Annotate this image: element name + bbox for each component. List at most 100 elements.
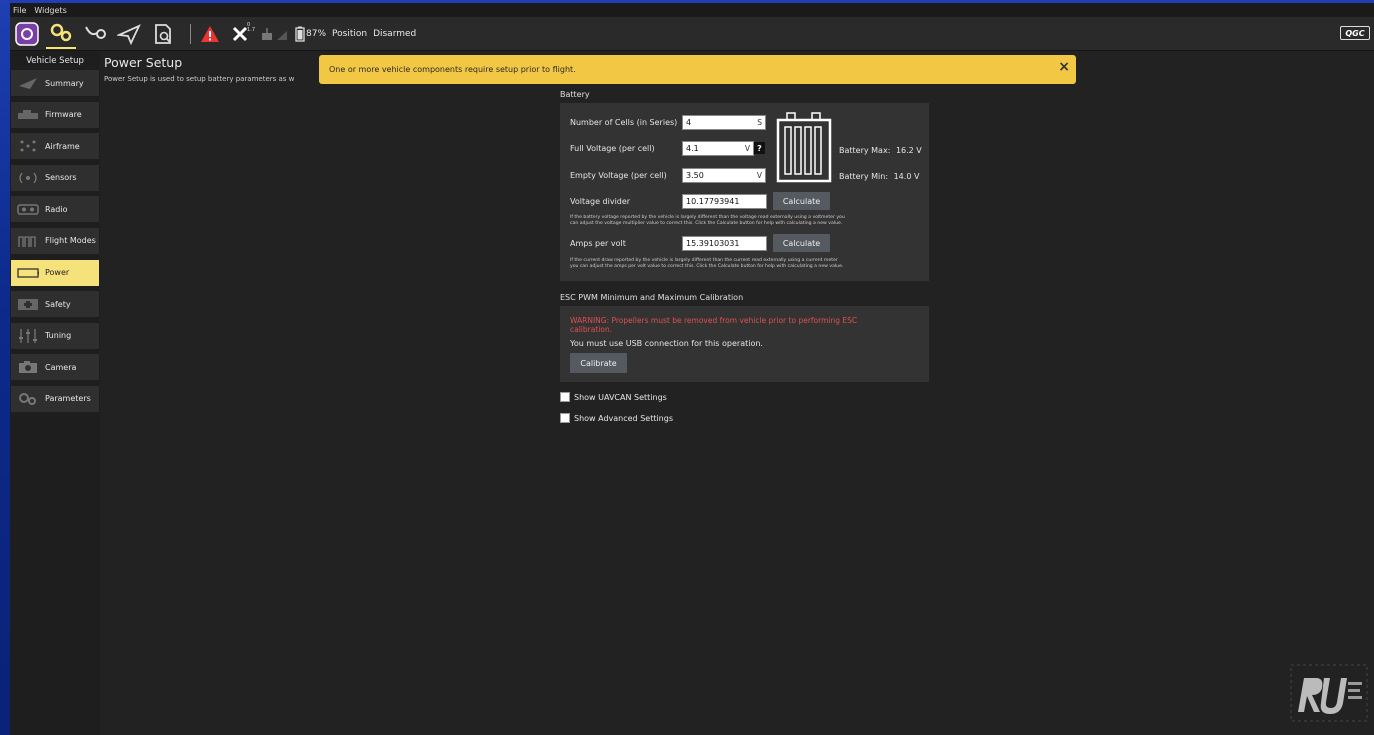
sidebar-item-label: Safety — [45, 299, 71, 309]
menu-file[interactable]: File — [13, 6, 26, 15]
rc-signal-icon — [262, 27, 287, 40]
sidebar-item-airframe[interactable]: Airframe — [11, 133, 99, 160]
sidebar-item-radio[interactable]: Radio — [11, 196, 99, 223]
battery-indicator[interactable]: 87% — [295, 19, 326, 49]
battery-max-value: 16.2 V — [895, 146, 922, 155]
amps-per-volt-help: If the current draw reported by the vehi… — [570, 258, 925, 270]
gears-icon — [17, 392, 39, 406]
empty-voltage-label: Empty Voltage (per cell) — [570, 171, 667, 180]
toolbar: 0 1.7 87% Position Disarmed QGC — [10, 17, 1374, 51]
radio-waves-icon — [17, 171, 39, 185]
battery-icon — [17, 266, 39, 280]
help-question-icon[interactable]: ? — [754, 142, 765, 154]
show-advanced-row[interactable]: Show Advanced Settings — [560, 413, 673, 423]
camera-icon — [17, 360, 39, 374]
esc-section-label: ESC PWM Minimum and Maximum Calibration — [560, 293, 744, 302]
cells-value: 4 — [686, 118, 692, 127]
fly-view-button[interactable] — [114, 19, 144, 49]
watermark-logo-icon — [1290, 664, 1368, 722]
sidebar-item-label: Summary — [45, 78, 84, 88]
analyze-view-button[interactable] — [148, 19, 178, 49]
sliders-icon — [17, 328, 39, 343]
battery-min-caption: Battery Min: — [839, 172, 889, 181]
sidebar-title: Vehicle Setup — [26, 56, 84, 66]
cells-unit: S — [757, 118, 762, 127]
qgc-logo-button[interactable] — [12, 19, 42, 49]
battery-diagram-icon — [776, 112, 832, 183]
close-icon[interactable]: × — [1058, 59, 1070, 75]
sidebar: Vehicle Setup Summary Firmware Airframe … — [10, 51, 100, 735]
gps-hdop: 1.7 — [247, 26, 255, 33]
sidebar-item-tuning[interactable]: Tuning — [11, 322, 99, 349]
amps-per-volt-input[interactable]: 15.39103031 — [682, 236, 767, 251]
battery-max-label: Battery Max: 16.2 V — [839, 146, 922, 155]
first-aid-icon — [17, 297, 39, 311]
toolbar-separator — [190, 23, 191, 44]
full-voltage-label: Full Voltage (per cell) — [570, 144, 655, 153]
esc-calibrate-button[interactable]: Calibrate — [570, 353, 627, 373]
esc-panel: WARNING: Propellers must be removed from… — [560, 306, 929, 382]
switches-icon — [17, 234, 39, 248]
sidebar-item-parameters[interactable]: Parameters — [11, 385, 99, 412]
cells-input[interactable]: 4 S — [682, 115, 766, 130]
battery-min-value: 14.0 V — [893, 172, 920, 181]
sidebar-item-safety[interactable]: Safety — [11, 291, 99, 318]
airframe-icon — [17, 139, 39, 153]
brand-logo: QGC — [1340, 26, 1370, 40]
plan-view-button[interactable] — [80, 19, 110, 49]
menu-widgets[interactable]: Widgets — [34, 6, 66, 15]
full-voltage-value: 4.1 — [686, 144, 699, 153]
messages-indicator[interactable] — [199, 19, 221, 49]
sidebar-item-power[interactable]: Power — [11, 259, 99, 286]
show-uavcan-row[interactable]: Show UAVCAN Settings — [560, 392, 667, 402]
setup-required-banner: One or more vehicle components require s… — [319, 55, 1076, 84]
show-uavcan-label: Show UAVCAN Settings — [574, 392, 667, 402]
sidebar-item-label: Sensors — [45, 173, 77, 183]
rc-rssi-indicator[interactable] — [259, 19, 291, 49]
gears-icon — [50, 23, 72, 41]
full-voltage-unit: V — [744, 144, 750, 153]
flight-mode-selector[interactable]: Position — [332, 29, 367, 39]
battery-max-caption: Battery Max: — [839, 146, 891, 155]
banner-message: One or more vehicle components require s… — [329, 65, 576, 74]
amps-per-volt-label: Amps per volt — [570, 239, 626, 248]
amps-per-volt-calculate-button[interactable]: Calculate — [773, 234, 830, 252]
show-uavcan-checkbox[interactable] — [560, 392, 570, 402]
sidebar-item-flight-modes[interactable]: Flight Modes — [11, 227, 99, 254]
voltage-divider-value: 10.17793941 — [686, 197, 740, 206]
vehicle-setup-button[interactable] — [46, 19, 76, 49]
empty-voltage-unit: V — [756, 171, 762, 180]
voltage-divider-label: Voltage divider — [570, 197, 631, 206]
battery-section-label: Battery — [560, 90, 590, 99]
sidebar-item-summary[interactable]: Summary — [11, 70, 99, 96]
voltage-divider-calculate-button[interactable]: Calculate — [773, 192, 830, 210]
gps-indicator[interactable]: 0 1.7 — [225, 19, 255, 49]
sidebar-item-camera[interactable]: Camera — [11, 354, 99, 381]
esc-warning-line: calibration. — [570, 325, 613, 334]
sidebar-item-label: Tuning — [45, 331, 72, 341]
help-line: can adjust the voltage multiplier value … — [570, 221, 843, 226]
empty-voltage-input[interactable]: 3.50 V — [682, 168, 766, 183]
battery-percent: 87% — [306, 28, 327, 39]
usb-note: You must use USB connection for this ope… — [570, 339, 763, 348]
paper-plane-icon — [117, 23, 141, 45]
sidebar-item-label: Firmware — [45, 110, 82, 120]
show-advanced-label: Show Advanced Settings — [574, 413, 673, 423]
esc-warning-line: WARNING: Propellers must be removed from… — [570, 316, 858, 325]
show-advanced-checkbox[interactable] — [560, 413, 570, 423]
sidebar-item-sensors[interactable]: Sensors — [11, 164, 99, 191]
empty-voltage-value: 3.50 — [686, 171, 704, 180]
sidebar-item-label: Camera — [45, 362, 77, 372]
sidebar-item-firmware[interactable]: Firmware — [11, 101, 99, 128]
warning-triangle-icon — [201, 25, 219, 42]
chip-icon — [17, 108, 39, 122]
transmitter-icon — [17, 202, 39, 216]
amps-per-volt-value: 15.39103031 — [686, 239, 740, 248]
arm-state[interactable]: Disarmed — [373, 29, 416, 39]
voltage-divider-input[interactable]: 10.17793941 — [682, 194, 767, 209]
cells-label: Number of Cells (in Series) — [570, 118, 678, 127]
sidebar-item-label: Parameters — [45, 394, 91, 404]
full-voltage-input[interactable]: 4.1 V — [682, 141, 754, 156]
app-window: File Widgets 0 1.7 87% Position Disarmed… — [10, 3, 1374, 735]
qgc-logo-icon — [15, 21, 39, 46]
